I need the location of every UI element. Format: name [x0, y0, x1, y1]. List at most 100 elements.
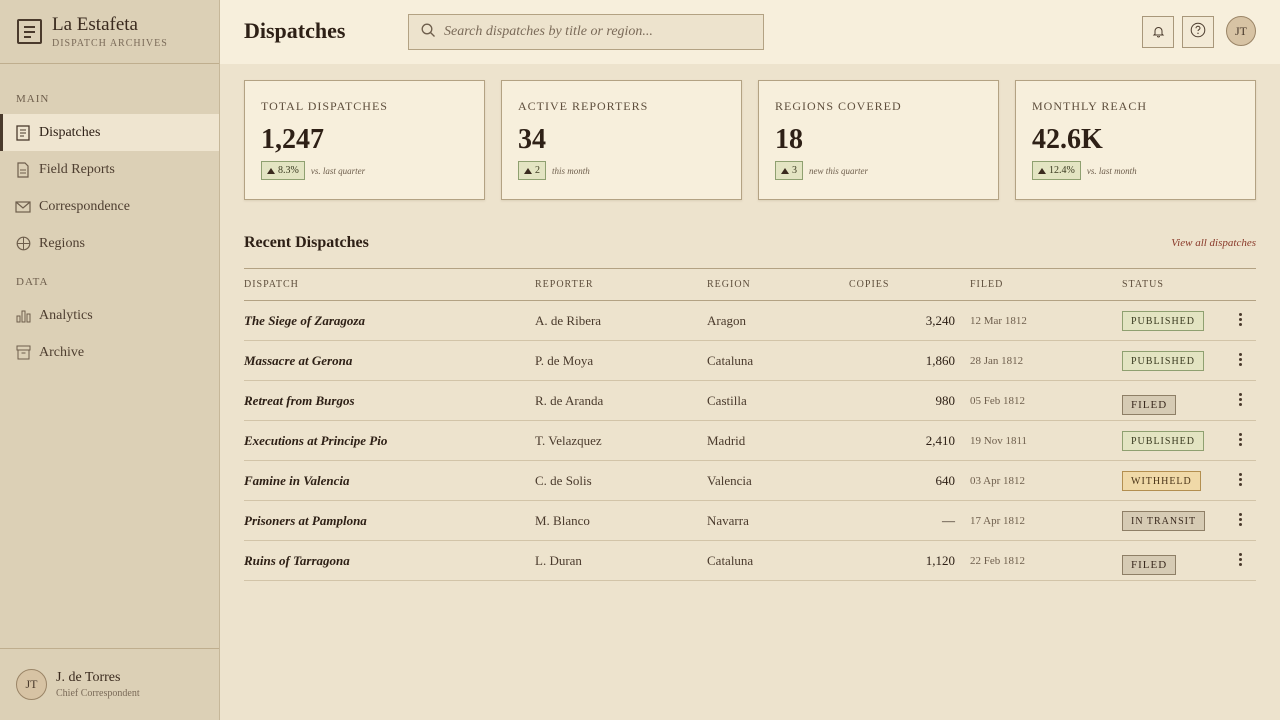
arrow-up-icon — [781, 167, 789, 174]
status-badge: PUBLISHED — [1122, 351, 1205, 371]
table-row[interactable]: Retreat from Burgos R. de Aranda Castill… — [244, 381, 1256, 421]
more-options-icon[interactable] — [1234, 469, 1246, 489]
page-title: Dispatches — [244, 18, 346, 43]
sidebar: La Estafeta DISPATCH ARCHIVES MAIN Dispa… — [0, 0, 220, 720]
user-role: Chief Correspondent — [56, 688, 140, 699]
status-badge: PUBLISHED — [1122, 431, 1205, 451]
more-options-icon[interactable] — [1234, 309, 1246, 329]
filed-date: 03 Apr 1812 — [970, 475, 1025, 487]
page-icon — [15, 161, 31, 178]
sidebar-item-label: Dispatches — [39, 124, 101, 140]
region-name: Cataluna — [707, 353, 754, 368]
column-header-region[interactable]: REGION — [707, 279, 751, 290]
bar-chart-icon — [15, 308, 31, 324]
stat-card-regions-covered: REGIONS COVERED 18 3 new this quarter — [758, 80, 999, 200]
table-row[interactable]: The Siege of Zaragoza A. de Ribera Arago… — [244, 301, 1256, 341]
region-name: Valencia — [707, 473, 752, 488]
trend-badge: 12.4% — [1032, 161, 1081, 180]
arrow-up-icon — [524, 167, 532, 174]
search-icon — [421, 23, 436, 42]
trend-badge: 8.3% — [261, 161, 305, 180]
reporter-name: C. de Solis — [535, 473, 592, 488]
sidebar-item-correspondence[interactable]: Correspondence — [0, 188, 219, 225]
sidebar-item-label: Regions — [39, 235, 85, 251]
stat-value: 34 — [518, 124, 546, 155]
copies-count: 3,240 — [925, 313, 955, 328]
reporter-name: M. Blanco — [535, 513, 590, 528]
arrow-up-icon — [1038, 167, 1046, 174]
column-header-dispatch[interactable]: DISPATCH — [244, 279, 299, 290]
dispatch-title[interactable]: Famine in Valencia — [244, 473, 349, 489]
table-row[interactable]: Famine in Valencia C. de Solis Valencia … — [244, 461, 1256, 501]
help-button[interactable] — [1182, 16, 1214, 48]
more-options-icon[interactable] — [1234, 389, 1246, 409]
reporter-name: R. de Aranda — [535, 393, 604, 408]
status-badge: PUBLISHED — [1122, 311, 1205, 331]
sidebar-item-analytics[interactable]: Analytics — [0, 297, 219, 334]
copies-count: 1,120 — [925, 553, 955, 568]
more-options-icon[interactable] — [1234, 429, 1246, 449]
user-name: J. de Torres — [56, 670, 121, 685]
sidebar-item-field-reports[interactable]: Field Reports — [0, 151, 219, 188]
dispatch-title[interactable]: The Siege of Zaragoza — [244, 313, 365, 329]
stat-value: 42.6K — [1032, 124, 1103, 155]
column-header-filed[interactable]: FILED — [970, 279, 1003, 290]
stat-label: TOTAL DISPATCHES — [261, 99, 388, 113]
reporter-name: L. Duran — [535, 553, 582, 568]
sidebar-item-regions[interactable]: Regions — [0, 225, 219, 262]
dispatch-title[interactable]: Massacre at Gerona — [244, 353, 352, 369]
more-options-icon[interactable] — [1234, 549, 1246, 569]
column-header-copies[interactable]: COPIES — [849, 279, 889, 290]
sidebar-item-archive[interactable]: Archive — [0, 334, 219, 371]
stat-label: REGIONS COVERED — [775, 99, 902, 113]
header-avatar[interactable]: JT — [1226, 16, 1256, 46]
stat-note: vs. last quarter — [310, 165, 366, 176]
stat-note: this month — [552, 165, 590, 176]
more-options-icon[interactable] — [1234, 509, 1246, 529]
table-row[interactable]: Massacre at Gerona P. de Moya Cataluna 1… — [244, 341, 1256, 381]
stat-card-total-dispatches: TOTAL DISPATCHES 1,247 8.3% vs. last qua… — [244, 80, 485, 200]
stat-note: new this quarter — [809, 165, 869, 176]
user-profile[interactable]: JT J. de Torres Chief Correspondent — [0, 648, 219, 720]
dispatch-title[interactable]: Retreat from Burgos — [244, 393, 355, 409]
copies-count: 640 — [935, 473, 956, 488]
status-badge: IN TRANSIT — [1122, 511, 1206, 531]
bell-icon — [1152, 23, 1165, 42]
dispatch-title[interactable]: Ruins of Tarragona — [244, 553, 350, 569]
dispatch-title[interactable]: Prisoners at Pamplona — [244, 513, 367, 529]
column-header-status[interactable]: STATUS — [1122, 279, 1164, 290]
filed-date: 22 Feb 1812 — [970, 555, 1025, 567]
filed-date: 05 Feb 1812 — [970, 395, 1025, 407]
column-header-reporter[interactable]: REPORTER — [535, 279, 594, 290]
avatar: JT — [16, 669, 47, 700]
copies-count: 980 — [935, 393, 956, 408]
brand-subtitle: DISPATCH ARCHIVES — [52, 37, 168, 49]
section-title: Recent Dispatches — [244, 234, 369, 251]
sidebar-item-dispatches[interactable]: Dispatches — [0, 114, 219, 151]
reporter-name: T. Velazquez — [535, 433, 602, 448]
dispatch-title[interactable]: Executions at Principe Pio — [244, 433, 387, 449]
table-row[interactable]: Executions at Principe Pio T. Velazquez … — [244, 421, 1256, 461]
envelope-icon — [15, 199, 31, 215]
table-row[interactable]: Ruins of Tarragona L. Duran Cataluna 1,1… — [244, 541, 1256, 581]
stat-label: MONTHLY REACH — [1032, 99, 1148, 113]
reporter-name: P. de Moya — [535, 353, 594, 368]
stat-value: 1,247 — [261, 124, 324, 155]
stat-card-active-reporters: ACTIVE REPORTERS 34 2 this month — [501, 80, 742, 200]
newspaper-icon — [17, 19, 42, 44]
dispatches-table: DISPATCH REPORTER REGION COPIES FILED ST… — [244, 268, 1256, 581]
status-badge: FILED — [1122, 395, 1177, 415]
archive-box-icon — [15, 345, 31, 361]
brand-name: La Estafeta — [52, 13, 138, 35]
copies-count: 2,410 — [925, 433, 955, 448]
filed-date: 19 Nov 1811 — [970, 435, 1028, 447]
arrow-up-icon — [267, 167, 275, 174]
table-row[interactable]: Prisoners at Pamplona M. Blanco Navarra … — [244, 501, 1256, 541]
nav-section-main: MAIN — [16, 93, 50, 105]
search-input[interactable] — [444, 24, 744, 40]
notifications-button[interactable] — [1142, 16, 1174, 48]
top-bar: Dispatches JT — [220, 0, 1280, 64]
view-all-link[interactable]: View all dispatches — [1171, 237, 1256, 249]
more-options-icon[interactable] — [1234, 349, 1246, 369]
globe-icon — [15, 236, 31, 252]
